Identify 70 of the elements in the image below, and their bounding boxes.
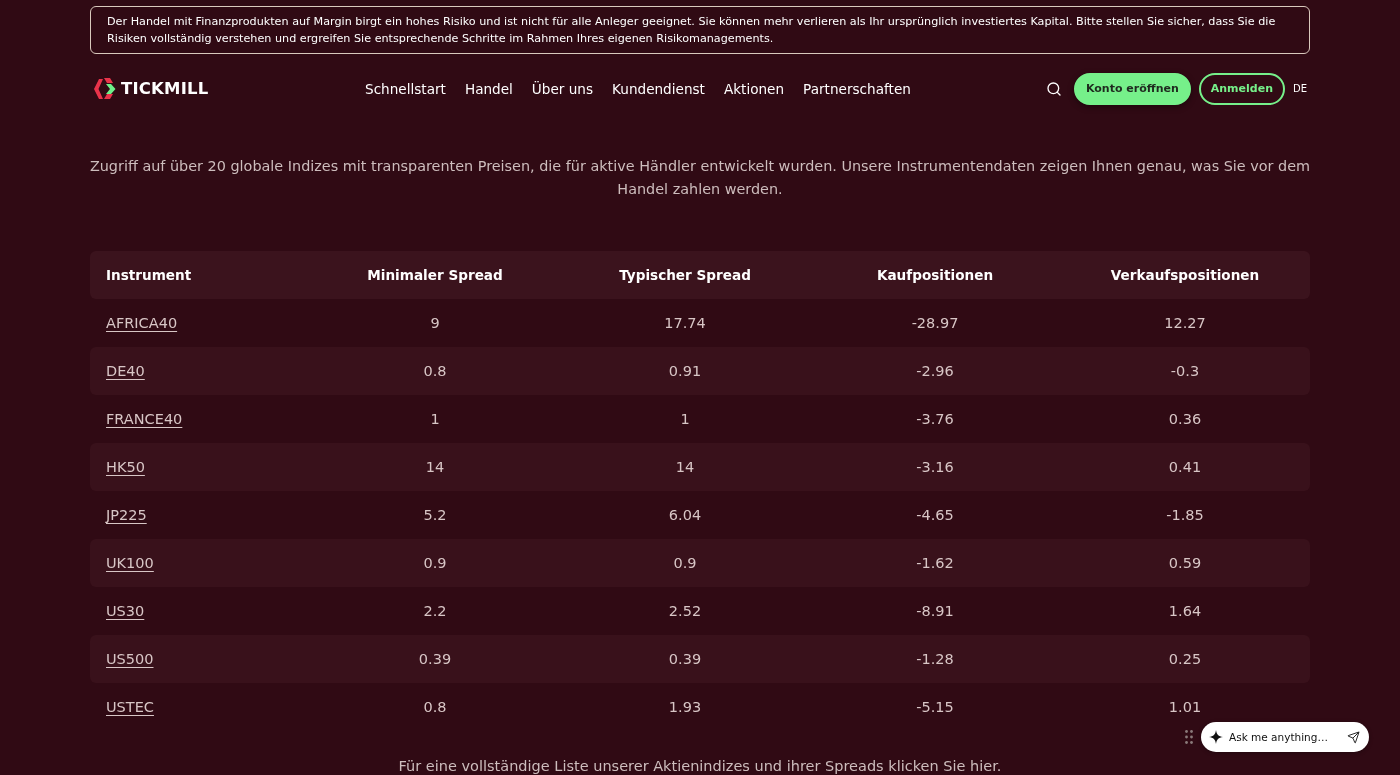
table-cell: 2.52 bbox=[668, 603, 702, 619]
table-cell: -1.28 bbox=[916, 651, 954, 667]
table-cell: 0.9 bbox=[673, 555, 697, 571]
table-cell: 0.9 bbox=[423, 555, 447, 571]
table-cell: 1.01 bbox=[1168, 699, 1202, 715]
logo-icon bbox=[93, 77, 117, 100]
nav-link[interactable]: Partnerschaften bbox=[803, 80, 911, 97]
table-cell: 12.27 bbox=[1164, 315, 1206, 331]
table-cell: -1.62 bbox=[916, 555, 954, 571]
instrument-link[interactable]: UK100 bbox=[106, 555, 154, 571]
instrument-link[interactable]: HK50 bbox=[106, 459, 145, 475]
nav-link[interactable]: Handel bbox=[464, 80, 513, 97]
chat-input[interactable]: Ask me anything… bbox=[1229, 731, 1341, 743]
table-cell: -3.76 bbox=[916, 411, 954, 427]
search-icon[interactable] bbox=[1045, 80, 1062, 97]
table-cell: 0.41 bbox=[1168, 459, 1202, 475]
table-cell: 1.93 bbox=[668, 699, 702, 715]
nav-link[interactable]: Kundendienst bbox=[612, 80, 705, 97]
intro-text: Zugriff auf über 20 globale Indizes mit transparenten Preisen, die für aktive Händler entwickelt wurden. Unsere Instrumentendaten zeigen Ihnen genau, was Sie vor dem Handel zahlen werden. bbox=[88, 157, 1312, 199]
table-cell: 0.39 bbox=[668, 651, 702, 667]
send-icon[interactable] bbox=[1347, 730, 1360, 744]
table-cell: 9 bbox=[430, 315, 440, 331]
table-cell: 1.64 bbox=[1168, 603, 1202, 619]
language-label[interactable]: DE bbox=[1292, 83, 1307, 94]
risk-warning: Der Handel mit Finanzprodukten auf Margin birgt ein hohes Risiko und ist nicht für alle Anleger geeignet. Sie können mehr verlieren als Ihr ursprünglich investiertes Kapital. Bitte stellen Sie sicher, dass Sie die Risiken vollständig verstehen und ergreifen Sie entsprechende Schritte im Rahmen Ihres eigenen Risikomanagements. bbox=[90, 6, 1310, 54]
table-cell: 1 bbox=[430, 411, 440, 427]
instrument-link[interactable]: JP225 bbox=[106, 507, 147, 523]
column-header: Minimaler Spread bbox=[367, 267, 503, 283]
drag-handle-icon[interactable] bbox=[1185, 730, 1193, 744]
table-cell: 0.91 bbox=[668, 363, 702, 379]
table-cell: 0.59 bbox=[1168, 555, 1202, 571]
login-button[interactable]: Anmelden bbox=[1198, 72, 1285, 105]
table-cell: 6.04 bbox=[668, 507, 702, 523]
table-cell: -2.96 bbox=[916, 363, 954, 379]
chat-field[interactable]: Ask me anything… bbox=[1201, 722, 1369, 752]
open-account-button[interactable]: Konto eröffnen bbox=[1073, 72, 1191, 105]
table-cell: 1 bbox=[680, 411, 690, 427]
table-cell: -0.3 bbox=[1170, 363, 1200, 379]
instrument-link[interactable]: FRANCE40 bbox=[106, 411, 183, 427]
table-cell: 0.25 bbox=[1168, 651, 1202, 667]
table-cell: 0.8 bbox=[423, 699, 447, 715]
table-cell: -8.91 bbox=[916, 603, 954, 619]
table-cell: 17.74 bbox=[664, 315, 706, 331]
sparkle-icon bbox=[1209, 730, 1223, 744]
table-cell: 14 bbox=[425, 459, 445, 475]
table-cell: 14 bbox=[675, 459, 695, 475]
instrument-link[interactable]: US500 bbox=[106, 651, 154, 667]
table-cell: -3.16 bbox=[916, 459, 954, 475]
table-cell: 0.39 bbox=[418, 651, 452, 667]
column-header: Instrument bbox=[106, 267, 192, 283]
logo-text[interactable]: TICKMILL bbox=[121, 79, 209, 98]
instrument-link[interactable]: DE40 bbox=[106, 363, 145, 379]
table-cell: 0.36 bbox=[1168, 411, 1202, 427]
instrument-link[interactable]: US30 bbox=[106, 603, 145, 619]
footnote-text: Für eine vollständige Liste unserer Aktienindizes und ihrer Spreads klicken Sie hier. bbox=[398, 757, 1002, 775]
table-cell: 5.2 bbox=[423, 507, 447, 523]
table-cell: -4.65 bbox=[916, 507, 954, 523]
column-header: Verkaufspositionen bbox=[1110, 267, 1260, 283]
instrument-link[interactable]: USTEC bbox=[106, 699, 154, 715]
column-header: Typischer Spread bbox=[619, 267, 751, 283]
nav-link[interactable]: Aktionen bbox=[723, 80, 785, 97]
nav-link[interactable]: Schnellstart bbox=[365, 80, 446, 97]
column-header: Kaufpositionen bbox=[876, 267, 994, 283]
table-cell: -1.85 bbox=[1166, 507, 1204, 523]
table-cell: 0.8 bbox=[423, 363, 447, 379]
table-cell: 2.2 bbox=[423, 603, 447, 619]
instrument-link[interactable]: AFRICA40 bbox=[106, 315, 178, 331]
nav-link[interactable]: Über uns bbox=[531, 80, 594, 97]
table-cell: -5.15 bbox=[916, 699, 954, 715]
table-cell: -28.97 bbox=[911, 315, 959, 331]
